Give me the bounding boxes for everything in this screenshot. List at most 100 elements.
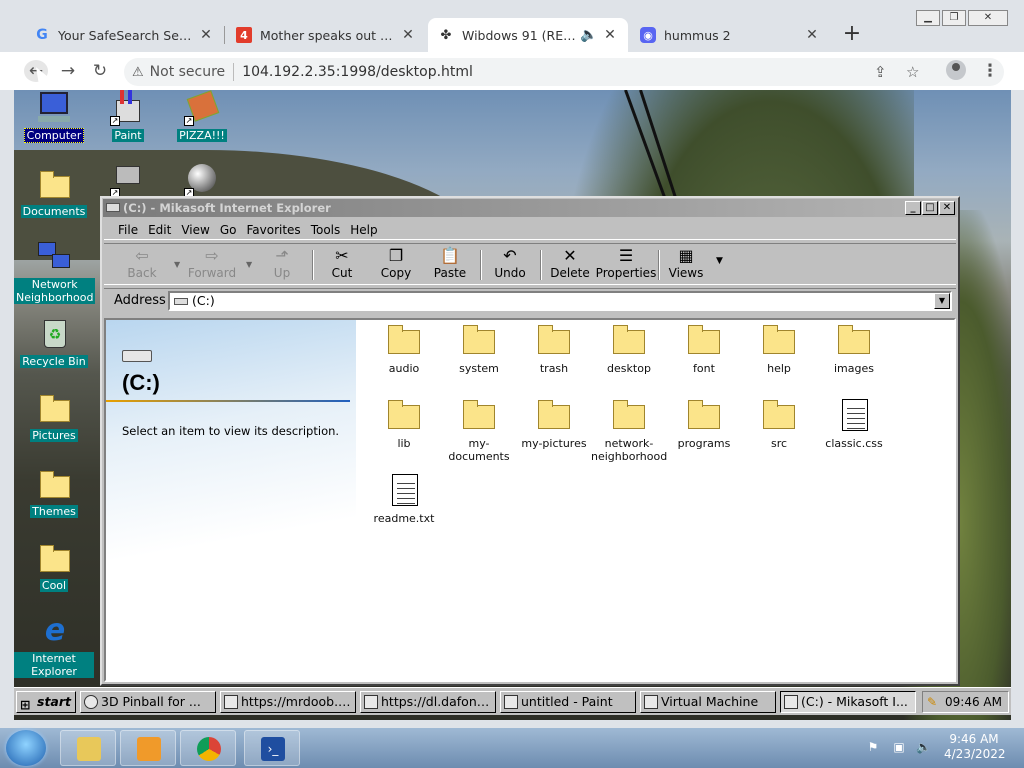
file-label: readme.txt	[373, 512, 435, 525]
tab-news[interactable]: 4 Mother speaks out after p ✕	[226, 18, 426, 52]
tab-label: Your SafeSearch Setting	[58, 27, 192, 43]
file-item[interactable]: readme.txt	[366, 470, 442, 525]
new-tab-button[interactable]: +	[842, 23, 862, 45]
cut-button[interactable]: ✂ Cut	[312, 246, 372, 284]
folder-icon	[36, 540, 72, 576]
tab-safesearch[interactable]: G Your SafeSearch Setting ✕	[24, 18, 224, 52]
profile-avatar[interactable]	[946, 60, 966, 80]
file-item[interactable]: classic.css	[816, 395, 892, 450]
menu-favorites[interactable]: Favorites	[246, 223, 300, 237]
tab-windows91[interactable]: ✤ Wibdows 91 (REL5) 🔈 ✕	[428, 18, 628, 52]
properties-button[interactable]: ☰ Properties	[594, 246, 658, 284]
tab-strip: G Your SafeSearch Setting ✕ 4 Mother spe…	[0, 0, 1024, 52]
tab-discord[interactable]: ◉ hummus 2 ✕	[630, 18, 830, 52]
paste-button[interactable]: 📋 Paste	[420, 246, 480, 284]
desktop-icon-monitor[interactable]: ↗	[88, 162, 168, 200]
close-icon[interactable]: ✕	[602, 27, 618, 43]
undo-button[interactable]: ↶ Undo	[480, 246, 540, 284]
file-item[interactable]: src	[741, 395, 817, 450]
explorer-titlebar[interactable]: (C:) - Mikasoft Internet Explorer _ □ ✕	[103, 199, 957, 217]
menu-dots-icon[interactable]: ⋮	[978, 60, 1002, 82]
folder-icon	[538, 399, 570, 429]
desktop-icon-cool[interactable]: Cool	[14, 540, 94, 592]
system-clock[interactable]: 9:46 AM 4/23/2022	[944, 732, 1006, 762]
minimize-button[interactable]: _	[905, 201, 921, 215]
back-button[interactable]: ⇦ Back	[112, 246, 172, 284]
file-item[interactable]: network-neighborhood	[591, 395, 667, 463]
desktop-icon-internet-explorer[interactable]: e Internet Explorer	[14, 614, 94, 678]
pinned-powershell[interactable]: ›_	[244, 730, 300, 766]
menu-tools[interactable]: Tools	[311, 223, 341, 237]
close-window-button[interactable]: ✕	[968, 10, 1008, 26]
close-icon[interactable]: ✕	[804, 27, 820, 43]
copy-button[interactable]: ❐ Copy	[366, 246, 426, 284]
address-input[interactable]: (C:) ▼	[168, 291, 952, 311]
chevron-down-icon[interactable]: ▼	[934, 293, 950, 309]
desktop-icon-network[interactable]: Network Neighborhood	[14, 240, 96, 304]
close-icon[interactable]: ✕	[400, 27, 416, 43]
folder-icon	[463, 324, 495, 354]
file-item[interactable]: desktop	[591, 320, 667, 375]
desktop-icon-paint[interactable]: ↗ Paint	[88, 90, 168, 142]
forward-button[interactable]: →	[56, 60, 80, 82]
explorer-window: (C:) - Mikasoft Internet Explorer _ □ ✕ …	[100, 196, 960, 686]
file-item[interactable]: images	[816, 320, 892, 375]
desktop-icon-pinball[interactable]: ↗	[162, 162, 242, 200]
windows-start-orb[interactable]	[6, 730, 46, 766]
menu-edit[interactable]: Edit	[148, 223, 171, 237]
pinned-media-player[interactable]	[120, 730, 176, 766]
desktop-icon-documents[interactable]: Documents	[14, 166, 94, 218]
taskbar-mrdoob[interactable]: https://mrdoob.c...	[220, 690, 356, 713]
file-item[interactable]: font	[666, 320, 742, 375]
taskbar-paint[interactable]: untitled - Paint	[500, 690, 636, 713]
taskbar-virtual-machine[interactable]: Virtual Machine	[640, 690, 776, 713]
address-bar[interactable]: ⚠ Not secure 104.192.2.35:1998/desktop.h…	[124, 58, 1004, 86]
file-item[interactable]: my-pictures	[516, 395, 592, 450]
maximize-button[interactable]: ❐	[942, 10, 966, 26]
folder-icon	[36, 166, 72, 202]
star-icon[interactable]: ☆	[906, 63, 919, 81]
network-icon[interactable]: ▣	[892, 740, 906, 754]
pinned-explorer[interactable]	[60, 730, 116, 766]
share-icon[interactable]: ⇪	[874, 63, 887, 81]
forward-button[interactable]: ⇨ Forward	[182, 246, 242, 284]
file-item[interactable]: trash	[516, 320, 592, 375]
file-item[interactable]: programs	[666, 395, 742, 450]
info-title: (C:)	[122, 370, 160, 395]
menu-view[interactable]: View	[181, 223, 209, 237]
start-button[interactable]: ⊞ start	[16, 690, 76, 713]
file-item[interactable]: help	[741, 320, 817, 375]
network-flag-icon[interactable]: ⚑	[866, 740, 880, 754]
taskbar-dafont[interactable]: https://dl.dafont....	[360, 690, 496, 713]
views-button[interactable]: ▦ Views	[656, 246, 716, 284]
close-icon[interactable]: ✕	[198, 27, 214, 43]
file-item[interactable]: my-documents	[441, 395, 517, 463]
views-dropdown-icon[interactable]: ▼	[716, 256, 723, 266]
menu-file[interactable]: File	[118, 223, 138, 237]
close-button[interactable]: ✕	[939, 201, 955, 215]
desktop-icon-pictures[interactable]: Pictures	[14, 390, 94, 442]
reload-button[interactable]: ↻	[88, 60, 112, 82]
back-dropdown-icon[interactable]: ▼	[174, 260, 180, 269]
file-item[interactable]: audio	[366, 320, 442, 375]
file-item[interactable]: system	[441, 320, 517, 375]
file-item[interactable]: lib	[366, 395, 442, 450]
menu-go[interactable]: Go	[220, 223, 237, 237]
file-label: images	[834, 362, 874, 375]
maximize-button[interactable]: □	[922, 201, 938, 215]
menu-help[interactable]: Help	[350, 223, 377, 237]
speaker-icon[interactable]: 🔈	[916, 740, 931, 754]
minimize-button[interactable]: ▁	[916, 10, 940, 26]
desktop-icon-computer[interactable]: Computer	[14, 90, 94, 143]
taskbar-explorer[interactable]: (C:) - Mikasoft I...	[780, 690, 916, 713]
delete-button[interactable]: ✕ Delete	[540, 246, 600, 284]
warning-icon: ⚠	[132, 64, 144, 80]
desktop-icon-themes[interactable]: Themes	[14, 466, 94, 518]
desktop-icon-recycle-bin[interactable]: ♻ Recycle Bin	[14, 316, 94, 368]
pinned-chrome[interactable]	[180, 730, 236, 766]
up-button[interactable]: ⬏ Up	[252, 246, 312, 284]
speaker-icon[interactable]: 🔈	[580, 27, 597, 43]
taskbar-pinball[interactable]: 3D Pinball for ...	[80, 690, 216, 713]
folder-icon	[613, 324, 645, 354]
desktop-icon-pizza[interactable]: ↗ PIZZA!!!	[162, 90, 242, 142]
